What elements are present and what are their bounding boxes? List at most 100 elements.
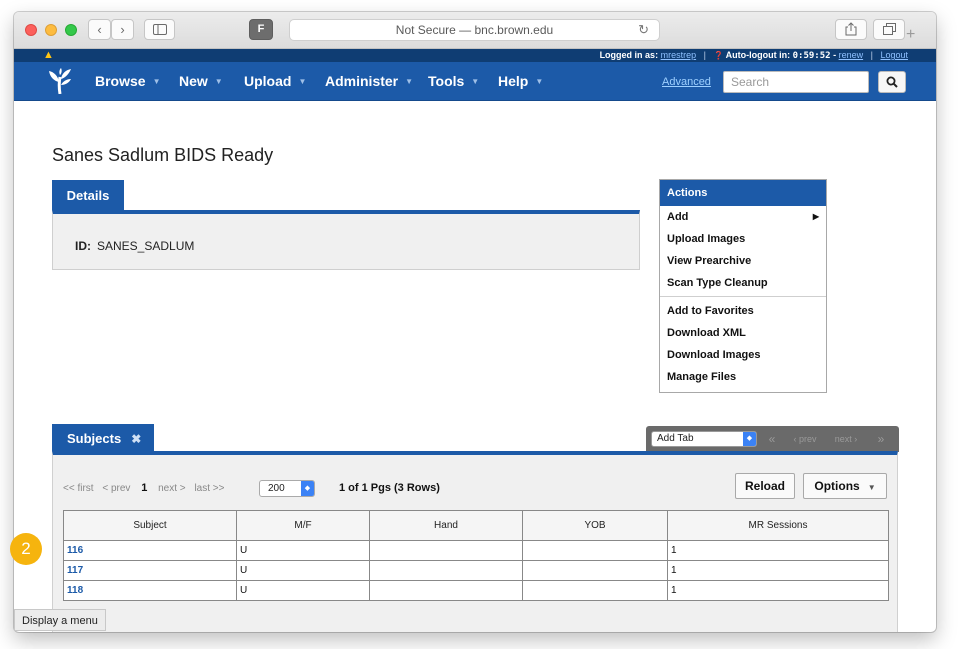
search-input[interactable]	[723, 71, 869, 93]
subjects-panel: << first < prev 1 next > last >> 200 ◆ 1…	[52, 451, 898, 632]
table-row: 117 U 1	[63, 560, 889, 581]
nav-browse[interactable]: Browse ▼	[95, 62, 161, 100]
nav-tools[interactable]: Tools ▼	[428, 62, 479, 100]
chevron-down-icon: ▼	[535, 77, 544, 86]
pager-next[interactable]: next >	[158, 483, 186, 494]
options-button[interactable]: Options ▼	[803, 473, 887, 499]
nav-administer[interactable]: Administer ▼	[325, 62, 413, 100]
close-window-button[interactable]	[25, 24, 37, 36]
action-add-to-favorites[interactable]: Add to Favorites	[660, 300, 826, 322]
cell-mr-sessions: 1	[667, 560, 889, 581]
search-button[interactable]	[878, 71, 906, 93]
back-button[interactable]: ‹	[88, 19, 111, 40]
subject-link[interactable]: 116	[63, 540, 237, 561]
page-title: Sanes Sadlum BIDS Ready	[52, 145, 274, 165]
chevron-down-icon: ▼	[405, 77, 414, 86]
select-stepper-icon: ◆	[743, 432, 756, 446]
step-badge: 2	[10, 533, 42, 565]
warning-icon: ▲	[43, 49, 54, 61]
column-header-mr-sessions[interactable]: MR Sessions	[667, 510, 889, 541]
action-add[interactable]: Add ▶	[660, 206, 826, 228]
address-bar[interactable]: Not Secure — bnc.brown.edu ↻	[289, 19, 660, 41]
subject-link[interactable]: 118	[63, 580, 237, 601]
favicon-button[interactable]: F	[249, 19, 273, 40]
tab-prev-button[interactable]: ‹ prev	[785, 426, 825, 452]
nav-upload[interactable]: Upload ▼	[244, 62, 306, 100]
chevron-down-icon: ▼	[471, 77, 480, 86]
advanced-search-link[interactable]: Advanced	[662, 76, 711, 88]
minimize-window-button[interactable]	[45, 24, 57, 36]
cell-mr-sessions: 1	[667, 580, 889, 601]
nav-browse-label: Browse	[95, 73, 146, 89]
column-header-mf[interactable]: M/F	[236, 510, 370, 541]
address-text: Not Secure — bnc.brown.edu	[395, 23, 554, 37]
chevron-down-icon: ▼	[214, 77, 223, 86]
action-download-xml[interactable]: Download XML	[660, 322, 826, 344]
subjects-table: Subject M/F Hand YOB MR Sessions 116 U 1…	[63, 510, 889, 601]
tab-subjects[interactable]: Subjects ✖	[52, 424, 154, 454]
nav-new[interactable]: New ▼	[179, 62, 223, 100]
renew-link[interactable]: renew	[839, 50, 864, 60]
forward-button[interactable]: ›	[111, 19, 134, 40]
chevron-down-icon: ▼	[298, 77, 307, 86]
logged-in-label: Logged in as:	[599, 50, 659, 60]
tab-details[interactable]: Details	[52, 180, 124, 211]
cell-hand	[369, 560, 523, 581]
cell-mf: U	[236, 540, 370, 561]
action-manage-files[interactable]: Manage Files	[660, 366, 826, 388]
nav-help[interactable]: Help ▼	[498, 62, 543, 100]
logout-link[interactable]: Logout	[880, 50, 908, 60]
subject-link[interactable]: 117	[63, 560, 237, 581]
tab-last-button[interactable]: »	[870, 426, 892, 452]
nav-upload-label: Upload	[244, 73, 292, 89]
action-scan-type-cleanup[interactable]: Scan Type Cleanup	[660, 272, 826, 294]
cell-yob	[522, 580, 668, 601]
cell-mr-sessions: 1	[667, 540, 889, 561]
action-view-prearchive[interactable]: View Prearchive	[660, 250, 826, 272]
page-size-value: 200	[268, 483, 285, 494]
pager-last[interactable]: last >>	[194, 483, 224, 494]
close-icon[interactable]: ✖	[131, 432, 141, 446]
separator: |	[870, 50, 873, 60]
reload-icon[interactable]: ↻	[638, 20, 649, 40]
page-size-select[interactable]: 200 ◆	[259, 480, 315, 497]
tab-next-button[interactable]: next ›	[826, 426, 866, 452]
id-row: ID: SANES_SADLUM	[75, 239, 194, 253]
sidebar-button[interactable]	[144, 19, 175, 40]
pager-first[interactable]: << first	[63, 483, 94, 494]
options-label: Options	[814, 479, 860, 493]
reload-button[interactable]: Reload	[735, 473, 795, 499]
cell-mf: U	[236, 560, 370, 581]
add-tab-select[interactable]: Add Tab ◆	[651, 431, 757, 447]
main-nav: Browse ▼ New ▼ Upload ▼ Administer ▼ Tools ▼ …	[14, 62, 936, 101]
column-header-hand[interactable]: Hand	[369, 510, 523, 541]
column-header-subject[interactable]: Subject	[63, 510, 237, 541]
xnat-logo-icon[interactable]	[48, 68, 72, 94]
action-upload-images[interactable]: Upload Images	[660, 228, 826, 250]
share-icon	[845, 22, 857, 36]
table-row: 118 U 1	[63, 580, 889, 601]
tabs-overview-button[interactable]	[873, 19, 905, 40]
separator: |	[703, 50, 706, 60]
tabs-icon	[882, 23, 896, 35]
tab-toolbar: Add Tab ◆ « ‹ prev next › »	[646, 426, 899, 452]
table-row: 116 U 1	[63, 540, 889, 561]
session-info: Logged in as: mrestrep | ❓ Auto-logout i…	[600, 50, 908, 61]
column-header-yob[interactable]: YOB	[522, 510, 668, 541]
zoom-window-button[interactable]	[65, 24, 77, 36]
pager-current: 1	[141, 482, 148, 494]
tab-first-button[interactable]: «	[762, 426, 782, 452]
info-icon: ❓	[713, 51, 724, 60]
details-panel: ID: SANES_SADLUM	[52, 210, 640, 270]
favicon-icon: F	[257, 23, 265, 35]
pager-prev[interactable]: < prev	[102, 483, 130, 494]
share-button[interactable]	[835, 19, 867, 40]
user-link[interactable]: mrestrep	[661, 50, 697, 60]
action-download-images[interactable]: Download Images	[660, 344, 826, 366]
chevron-down-icon: ▼	[867, 483, 876, 492]
select-stepper-icon: ◆	[301, 481, 314, 496]
chevron-right-icon: ›	[120, 22, 125, 37]
nav-administer-label: Administer	[325, 73, 399, 89]
tooltip: Display a menu	[14, 609, 106, 631]
new-tab-icon[interactable]: +	[906, 26, 926, 50]
